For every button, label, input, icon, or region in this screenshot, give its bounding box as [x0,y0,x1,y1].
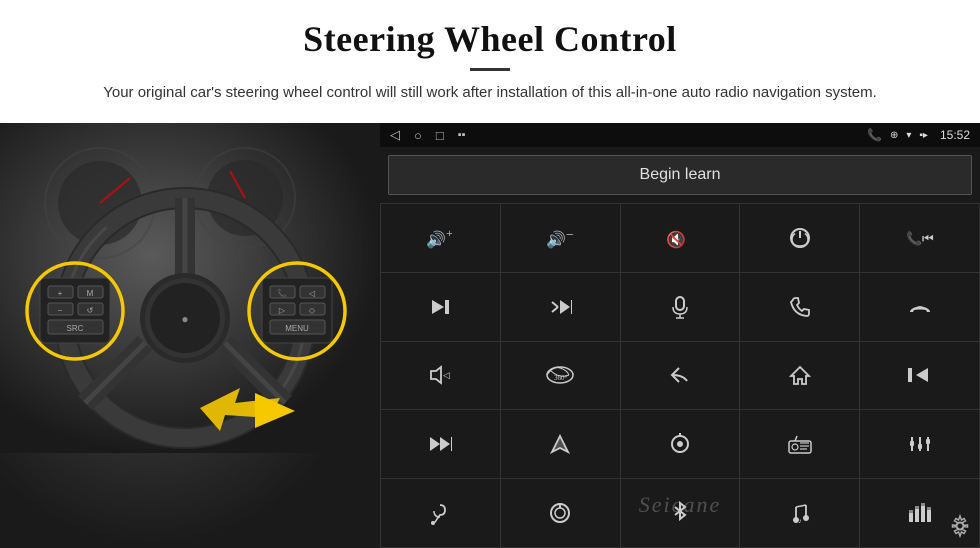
svg-text:−: − [58,306,63,315]
phone-prev-button[interactable]: 📞 ⏮ [860,204,979,272]
controls-grid: 🔊+ 🔊− 🔇 📞 [380,203,980,548]
mute-button[interactable]: 🔇 [621,204,740,272]
call-button[interactable] [740,273,859,341]
battery-icon: ▪▸ [919,130,928,141]
svg-text:◁: ◁ [309,289,316,298]
home-button[interactable] [740,342,859,410]
vol-down-button[interactable]: 🔊− [501,204,620,272]
svg-text:🔇: 🔇 [666,230,686,249]
phone-icon: 📞 [867,128,882,142]
bluetooth-button[interactable] [621,479,740,547]
vol-up-button[interactable]: 🔊+ [381,204,500,272]
header-section: Steering Wheel Control Your original car… [0,0,980,115]
svg-text:−: − [566,228,574,243]
back-button[interactable] [621,342,740,410]
svg-text:↺: ↺ [87,306,94,315]
svg-text:◁: ◁ [443,370,450,380]
steering-wheel-svg: ● + M − ↺ SRC 📞 [0,123,380,453]
svg-text:▷: ▷ [279,306,286,315]
location-icon: ⊕ [890,130,898,141]
svg-text:●: ● [181,312,188,326]
android-section: ◁ ○ □ ▪▪ 📞 ⊕ ▾ ▪▸ 15:52 Begin learn [380,123,980,548]
page-container: Steering Wheel Control Your original car… [0,0,980,548]
status-bar-left: ◁ ○ □ ▪▪ [390,127,466,143]
svg-text:♪: ♪ [798,517,802,525]
wifi-icon: ▾ [906,130,911,141]
nav-square-icon[interactable]: □ [436,128,444,143]
ff-button[interactable] [501,273,620,341]
svg-text:+: + [446,227,453,240]
next-track-button[interactable] [381,273,500,341]
image-section: ● + M − ↺ SRC 📞 [0,123,380,548]
speaker-button[interactable]: ◁ [381,342,500,410]
page-title: Steering Wheel Control [60,18,920,60]
prev-prev-button[interactable] [860,342,979,410]
svg-text:MENU: MENU [285,324,309,333]
mic-button[interactable] [621,273,740,341]
source-button[interactable] [621,410,740,478]
begin-learn-button[interactable]: Begin learn [388,155,972,195]
svg-text:◇: ◇ [309,306,316,315]
svg-text:⏮: ⏮ [922,231,934,246]
steering-wheel-bg: ● + M − ↺ SRC 📞 [0,123,380,548]
status-bar-right: 📞 ⊕ ▾ ▪▸ 15:52 [867,128,970,142]
music-button[interactable]: ♪ [740,479,859,547]
begin-learn-row: Begin learn [380,147,980,203]
nav-back-icon[interactable]: ◁ [390,127,400,143]
knob-button[interactable] [501,479,620,547]
svg-text:SRC: SRC [67,324,84,333]
mic2-button[interactable] [381,479,500,547]
radio-button[interactable] [740,410,859,478]
svg-text:M: M [87,289,94,298]
power-button[interactable] [740,204,859,272]
nav-menu-icon[interactable]: ▪▪ [458,129,466,141]
subtitle: Your original car's steering wheel contr… [100,81,880,105]
hang-up-button[interactable] [860,273,979,341]
360-button[interactable]: 360° [501,342,620,410]
content-row: ● + M − ↺ SRC 📞 [0,123,980,548]
status-bar: ◁ ○ □ ▪▪ 📞 ⊕ ▾ ▪▸ 15:52 [380,123,980,147]
svg-text:🔊: 🔊 [546,230,566,249]
time-display: 15:52 [940,128,970,142]
svg-text:360°: 360° [554,374,568,382]
svg-text:+: + [58,289,63,298]
nav-circle-icon[interactable]: ○ [414,128,422,143]
title-divider [470,68,510,71]
gear-icon[interactable] [948,514,972,544]
navigation-button[interactable] [501,410,620,478]
svg-text:📞: 📞 [906,230,923,246]
svg-text:🔊: 🔊 [426,230,446,249]
fast-fwd-button[interactable] [381,410,500,478]
eq-button[interactable] [860,410,979,478]
svg-text:📞: 📞 [277,288,287,298]
